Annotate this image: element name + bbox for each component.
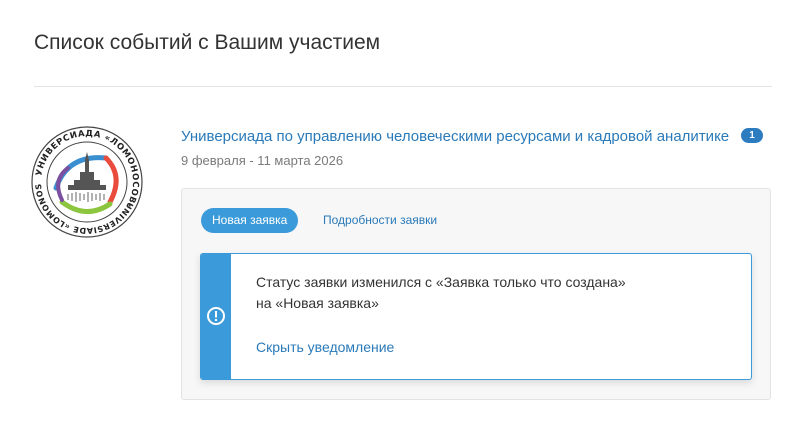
notification-line-1: Статус заявки изменился с «Заявка только… — [256, 274, 626, 290]
page-title: Список событий с Вашим участием — [34, 31, 381, 54]
notification-stripe — [201, 254, 231, 379]
event-dates: 9 февраля - 11 марта 2026 — [181, 153, 344, 168]
tab-application-status[interactable]: Новая заявка — [201, 208, 299, 233]
header-divider — [34, 86, 772, 87]
tab-application-details[interactable]: Подробности заявки — [323, 208, 437, 233]
status-notification: Статус заявки изменился с «Заявка только… — [200, 253, 752, 380]
notification-message: Статус заявки изменился с «Заявка только… — [256, 272, 726, 314]
info-circle-icon — [207, 307, 225, 325]
notification-line-2: на «Новая заявка» — [256, 295, 379, 311]
universiade-lomonosov-logo: УНИВЕРСИАДА «ЛОМОНОСОВ» UNIVERSIADE «LOM… — [28, 124, 143, 238]
event-title-link[interactable]: Универсиада по управлению человеческими … — [181, 128, 729, 145]
application-panel: Новая заявка Подробности заявки Статус з… — [181, 188, 771, 400]
hide-notification-link[interactable]: Скрыть уведомление — [256, 339, 394, 355]
notification-count-badge: 1 — [741, 128, 763, 143]
